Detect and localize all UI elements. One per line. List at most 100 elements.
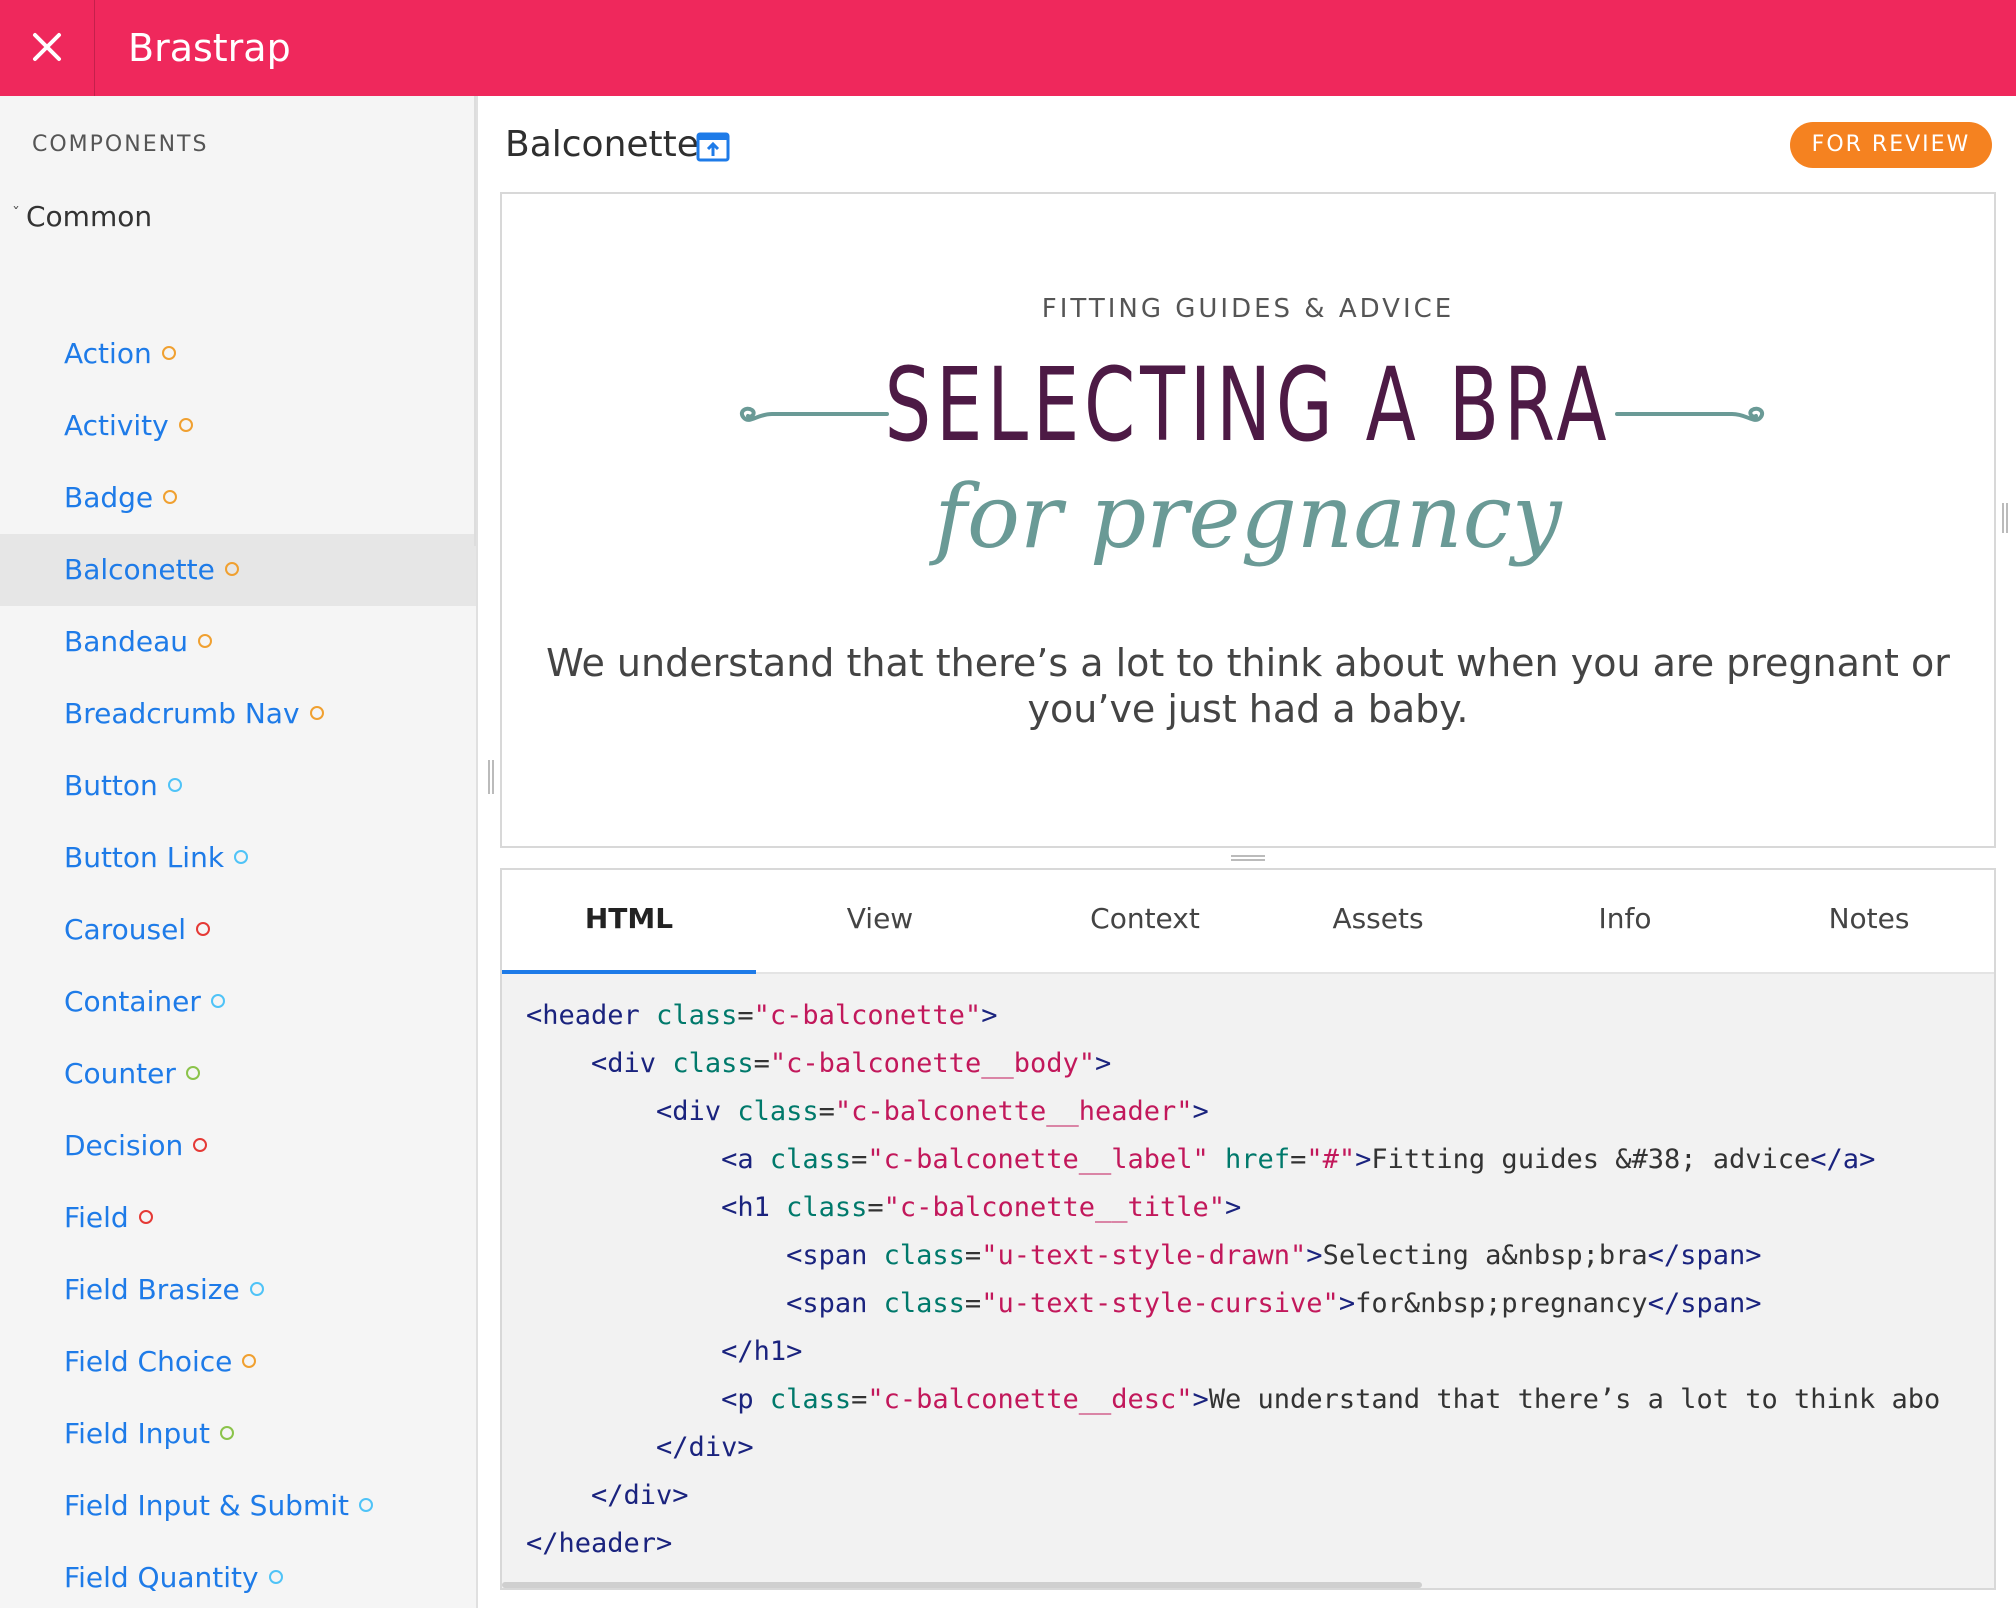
code-line: <a class="c-balconette__label" href="#">… [526, 1136, 1940, 1184]
code-token: </a> [1810, 1144, 1876, 1175]
sidebar-item-activity[interactable]: Activity [0, 390, 476, 462]
tab-context[interactable]: Context [1014, 870, 1276, 974]
tab-html[interactable]: HTML [502, 870, 756, 974]
sidebar-item-field-choice[interactable]: Field Choice [0, 1326, 476, 1398]
sidebar-item-field-brasize[interactable]: Field Brasize [0, 1254, 476, 1326]
panel-resize-handle[interactable] [1231, 855, 1265, 861]
code-token: class [737, 1096, 819, 1127]
top-bar: Brastrap [0, 0, 2016, 96]
open-external-icon[interactable] [696, 132, 730, 167]
code-token: <div [591, 1048, 657, 1079]
sidebar-item-counter[interactable]: Counter [0, 1038, 476, 1110]
sidebar: COMPONENTS ˇ Common Action Activity Badge Ba… [0, 96, 478, 1608]
tab-view[interactable]: View [758, 870, 1002, 974]
code-token: > [1355, 1144, 1372, 1175]
preview-cursive: for pregnancy [934, 465, 1562, 568]
preview-resize-handle[interactable] [2002, 503, 2008, 533]
sidebar-item-balconette[interactable]: Balconette [0, 534, 476, 606]
code-token: class [786, 1192, 868, 1223]
tab-info[interactable]: Info [1498, 870, 1752, 974]
code-token: = [1290, 1144, 1307, 1175]
status-dot-icon [268, 1570, 283, 1584]
code-line: </h1> [526, 1328, 1940, 1376]
sidebar-item-label: Field [64, 1200, 153, 1236]
sidebar-item-text: Field Input & Submit [64, 1489, 349, 1522]
sidebar-group-common[interactable]: ˇ Common [12, 200, 152, 233]
code-token: > [1192, 1096, 1209, 1127]
close-button[interactable] [0, 0, 95, 96]
sidebar-item-button[interactable]: Button [0, 750, 476, 822]
code-line: <header class="c-balconette"> [526, 992, 1940, 1040]
sidebar-item-field-input-submit[interactable]: Field Input & Submit [0, 1470, 476, 1542]
sidebar-item-field[interactable]: Field [0, 1182, 476, 1254]
sidebar-item-label: Balconette [64, 552, 239, 588]
code-scrollbar[interactable] [502, 1582, 1422, 1588]
code-token: Fitting guides &#38; advice [1371, 1144, 1811, 1175]
sidebar-item-label: Field Brasize [64, 1272, 264, 1308]
sidebar-item-decision[interactable]: Decision [0, 1110, 476, 1182]
code-line: </header> [526, 1520, 1940, 1568]
code-token: </div> [656, 1432, 754, 1463]
code-token: > [1225, 1192, 1242, 1223]
sidebar-item-text: Field Choice [64, 1345, 233, 1378]
sidebar-item-breadcrumb-nav[interactable]: Breadcrumb Nav [0, 678, 476, 750]
sidebar-item-badge[interactable]: Badge [0, 462, 476, 534]
code-token: "#" [1306, 1144, 1356, 1175]
sidebar-item-button-link[interactable]: Button Link [0, 822, 476, 894]
sidebar-item-label: Button [64, 768, 182, 804]
sidebar-item-carousel[interactable]: Carousel [0, 894, 476, 966]
component-title: Balconette [505, 124, 699, 165]
code-token: = [851, 1144, 868, 1175]
status-dot-icon [163, 490, 178, 504]
sidebar-item-field-quantity[interactable]: Field Quantity [0, 1542, 476, 1608]
sidebar-item-text: Action [64, 337, 152, 370]
sidebar-item-label: Field Input [64, 1416, 235, 1452]
tab-notes[interactable]: Notes [1744, 870, 1994, 974]
tab-assets[interactable]: Assets [1260, 870, 1496, 974]
component-preview: FITTING GUIDES & ADVICE SELECTING A BRA … [500, 192, 1996, 848]
sidebar-item-container[interactable]: Container [0, 966, 476, 1038]
sidebar-item-label: Action [64, 336, 176, 372]
code-token: <header [526, 1000, 640, 1031]
status-dot-icon [359, 1498, 373, 1512]
code-token: <h1 [721, 1192, 770, 1223]
code-line: <div class="c-balconette__header"> [526, 1088, 1940, 1136]
sidebar-scrollbar[interactable] [474, 96, 476, 546]
code-token: class [672, 1048, 754, 1079]
code-token: Selecting a&nbsp;bra [1322, 1240, 1648, 1271]
sidebar-resize-handle[interactable] [488, 760, 494, 794]
sidebar-item-label: Activity [64, 408, 193, 444]
code-token: > [1306, 1240, 1323, 1271]
sidebar-item-bandeau[interactable]: Bandeau [0, 606, 476, 678]
code-token: "u-text-style-cursive" [981, 1288, 1339, 1319]
sidebar-item-field-input[interactable]: Field Input [0, 1398, 476, 1470]
code-token: <a [721, 1144, 754, 1175]
status-dot-icon [309, 706, 324, 720]
sidebar-item-label: Button Link [64, 840, 249, 876]
code-token: = [964, 1240, 982, 1271]
sidebar-item-text: Badge [64, 481, 154, 514]
code-token: </header> [526, 1528, 673, 1559]
sidebar-item-action[interactable]: Action [0, 318, 476, 390]
code-token: <span [786, 1288, 868, 1319]
code-line: <h1 class="c-balconette__title"> [526, 1184, 1940, 1232]
status-dot-icon [138, 1210, 153, 1224]
code-token: = [964, 1288, 982, 1319]
status-badge: FOR REVIEW [1790, 122, 1992, 168]
flourish-right-icon [1615, 406, 1765, 422]
status-dot-icon [220, 1426, 235, 1440]
code-token: class [769, 1144, 852, 1175]
